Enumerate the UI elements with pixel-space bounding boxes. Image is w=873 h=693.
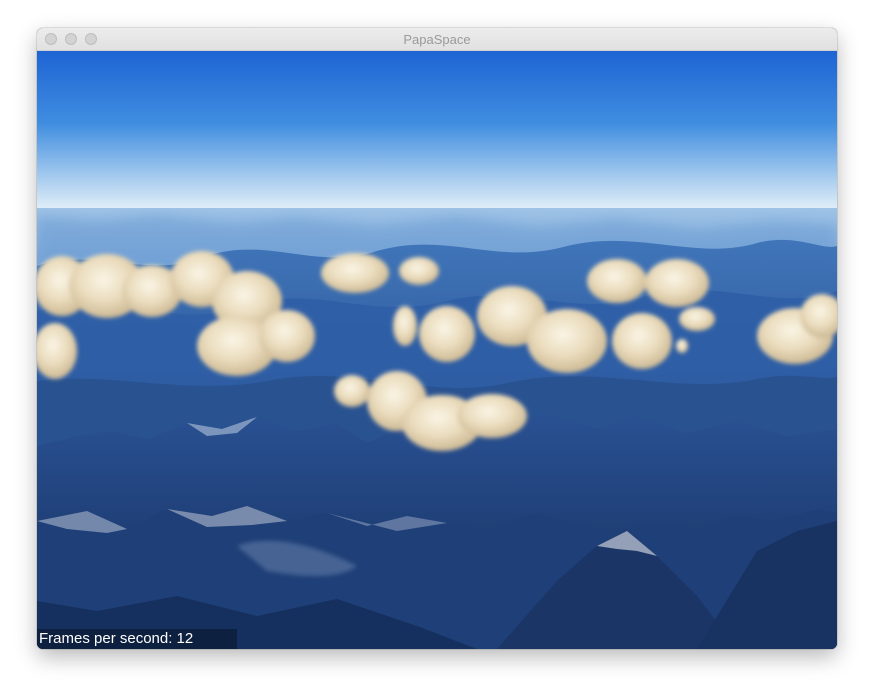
rendered-scene: [37, 51, 837, 649]
app-window: PapaSpace Frames per second: 12: [37, 28, 837, 649]
window-title: PapaSpace: [403, 32, 471, 47]
title-bar[interactable]: PapaSpace: [37, 28, 837, 51]
3d-viewport[interactable]: Frames per second: 12: [37, 51, 837, 649]
fps-counter: Frames per second: 12: [37, 629, 237, 649]
sky: [37, 51, 837, 211]
